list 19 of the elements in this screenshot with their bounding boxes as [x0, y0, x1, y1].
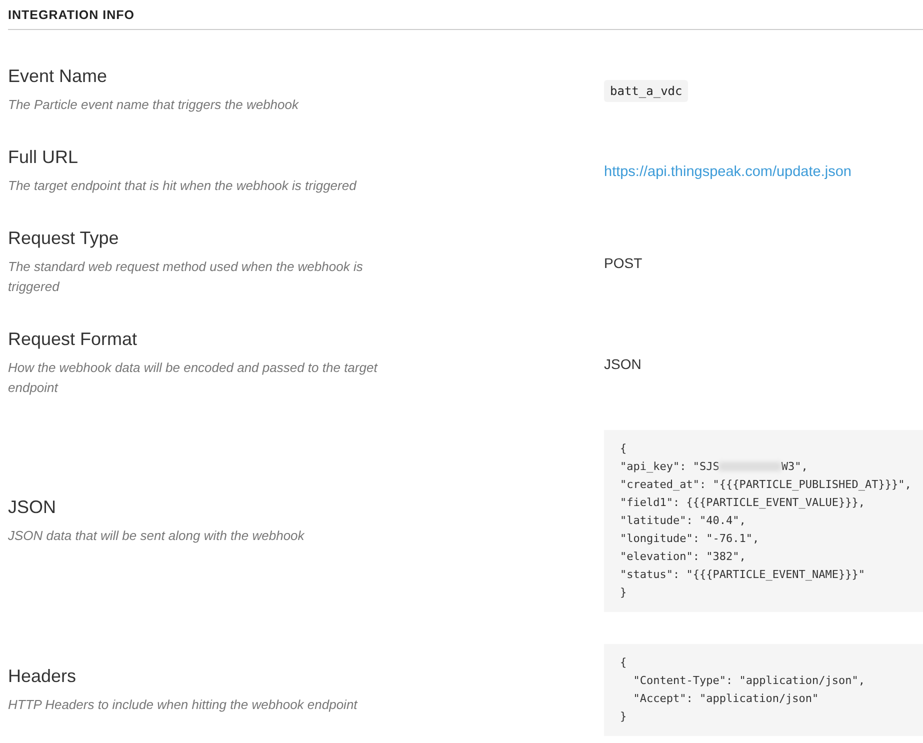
field-description: HTTP Headers to include when hitting the webhook endpoint	[8, 696, 359, 714]
field-description: The Particle event name that triggers the webhook	[8, 96, 300, 114]
field-label: Request Format	[8, 329, 138, 350]
event-name-code: batt_a_vdc	[604, 80, 688, 102]
field-description: How the webhook data will be encoded and passed to the target endpoint	[8, 359, 379, 397]
field-label: Headers	[8, 666, 78, 686]
url-link[interactable]: https://api.thingspeak.com/update.json	[604, 164, 852, 180]
code-block: { "Content-Type": "application/json", "Accept": "application/json" }	[604, 644, 923, 736]
field-description: The target endpoint that is hit when the webhook is triggered	[8, 177, 358, 195]
section-title: INTEGRATION INFO	[8, 8, 136, 22]
field-description: The standard web request method used when the webhook is triggered	[8, 258, 364, 296]
field-label: Request Type	[8, 228, 120, 249]
field-label: Full URL	[8, 147, 80, 168]
field-label: JSON	[8, 496, 58, 518]
field-label: Event Name	[8, 66, 108, 87]
code-block: { "api_key": "SJS W3", "created_at": "{{{PARTICLE_PUBLISHED_AT}}}", "field1": {{{PARTICLE_EVENT_VALUE}}}, "latitude": "40.4", "longitude": "-76.1", "elevation": "382", "status": "{{{PARTICLE_EVENT_NAME}}}" }	[604, 430, 923, 612]
field-description: JSON data that will be sent along with the webhook	[8, 526, 306, 545]
value-text: JSON	[604, 356, 642, 372]
value-text: POST	[604, 254, 642, 270]
